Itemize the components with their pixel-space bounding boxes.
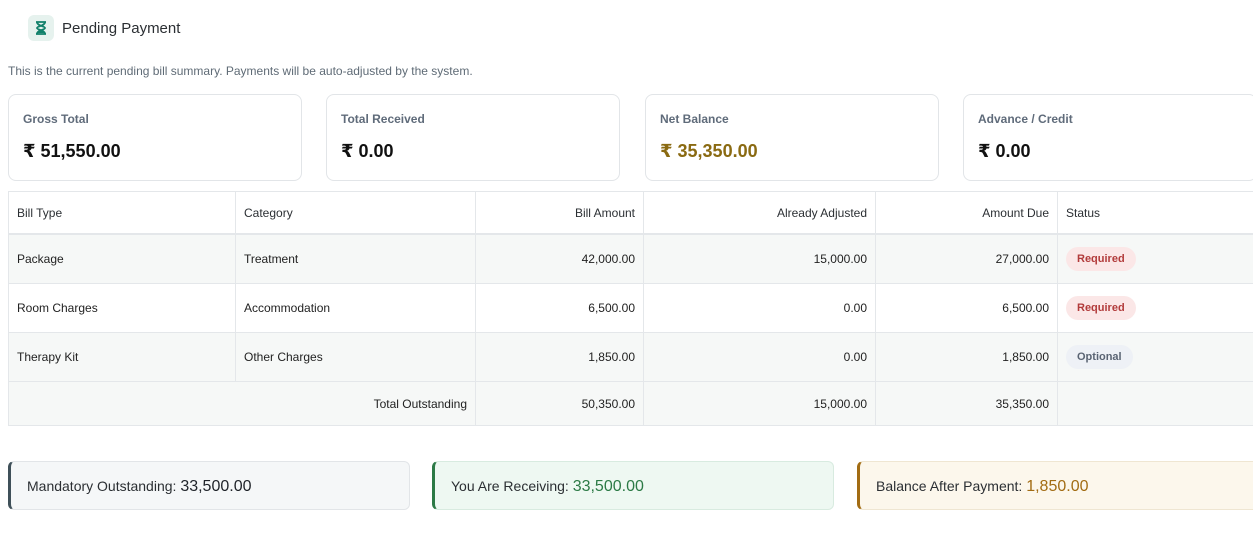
column-header-bill-amount: Bill Amount [475,191,644,235]
page-description: This is the current pending bill summary… [8,64,473,78]
cell-amount-due: 1,850.00 [875,332,1058,382]
mandatory-outstanding-label: Mandatory Outstanding: [27,478,177,494]
card-value: ₹ 51,550.00 [23,141,121,161]
cell-status: Required [1057,233,1253,284]
table-row: Therapy Kit Other Charges 1,850.00 0.00 … [8,332,1253,382]
cell-category: Treatment [235,233,476,284]
cell-already-adjusted: 15,000.00 [643,233,876,284]
card-total-received: Total Received ₹ 0.00 [326,94,620,181]
card-advance-credit: Advance / Credit ₹ 0.00 [963,94,1253,181]
receiving-box: You Are Receiving: 33,500.00 [432,461,834,510]
cell-amount-due: 6,500.00 [875,283,1058,333]
card-value: ₹ 35,350.00 [660,141,758,161]
receiving-value: 33,500.00 [572,478,644,495]
total-label: Total Outstanding [8,381,476,426]
card-net-balance: Net Balance ₹ 35,350.00 [645,94,939,181]
mandatory-outstanding-box: Mandatory Outstanding: 33,500.00 [8,461,410,510]
status-badge: Required [1066,296,1136,320]
balance-after-payment-box: Balance After Payment: 1,850.00 [857,461,1253,510]
cell-bill-type: Therapy Kit [8,332,236,382]
summary-cards: Gross Total ₹ 51,550.00 Total Received ₹… [8,94,1253,181]
card-label: Gross Total [23,112,89,126]
column-header-bill-type: Bill Type [8,191,236,235]
column-header-already-adjusted: Already Adjusted [643,191,876,235]
cell-status: Optional [1057,332,1253,382]
card-value: ₹ 0.00 [341,141,394,161]
cell-bill-amount: 42,000.00 [475,233,644,284]
cell-bill-amount: 1,850.00 [475,332,644,382]
card-label: Total Received [341,112,425,126]
cell-amount-due: 27,000.00 [875,233,1058,284]
table-total-row: Total Outstanding 50,350.00 15,000.00 35… [8,381,1253,426]
cell-bill-type: Room Charges [8,283,236,333]
cell-bill-type: Package [8,233,236,284]
total-bill-amount: 50,350.00 [475,381,644,426]
column-header-status: Status [1057,191,1253,235]
cell-status: Required [1057,283,1253,333]
table-row: Room Charges Accommodation 6,500.00 0.00… [8,283,1253,333]
card-label: Advance / Credit [978,112,1073,126]
cell-category: Other Charges [235,332,476,382]
page-title: Pending Payment [62,19,181,37]
receiving-label: You Are Receiving: [451,478,569,494]
card-label: Net Balance [660,112,729,126]
cell-bill-amount: 6,500.00 [475,283,644,333]
cell-already-adjusted: 0.00 [643,332,876,382]
column-header-amount-due: Amount Due [875,191,1058,235]
card-value: ₹ 0.00 [978,141,1031,161]
total-status-empty [1057,381,1253,426]
mandatory-outstanding-value: 33,500.00 [180,478,252,495]
status-badge: Required [1066,247,1136,271]
total-already-adjusted: 15,000.00 [643,381,876,426]
cell-already-adjusted: 0.00 [643,283,876,333]
total-amount-due: 35,350.00 [875,381,1058,426]
page-header: Pending Payment [28,15,180,41]
table-row: Package Treatment 42,000.00 15,000.00 27… [8,233,1253,284]
balance-after-payment-label: Balance After Payment: [876,478,1023,494]
table-header-row: Bill Type Category Bill Amount Already A… [8,191,1253,235]
balance-after-payment-value: 1,850.00 [1026,478,1089,495]
hourglass-icon [28,15,54,41]
column-header-category: Category [235,191,476,235]
cell-category: Accommodation [235,283,476,333]
status-badge: Optional [1066,345,1133,369]
card-gross-total: Gross Total ₹ 51,550.00 [8,94,302,181]
bills-table: Bill Type Category Bill Amount Already A… [8,191,1253,426]
